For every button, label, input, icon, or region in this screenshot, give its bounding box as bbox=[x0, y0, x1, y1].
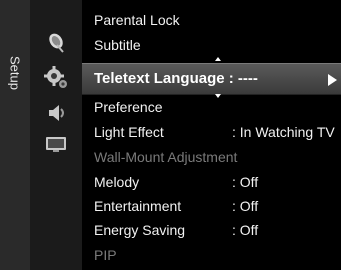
menu-item-parental-lock[interactable]: Parental Lock bbox=[94, 10, 180, 30]
teletext-language-label: Teletext Language : ---- bbox=[94, 70, 258, 87]
setup-menu-list: Parental Lock Subtitle Teletext Language… bbox=[82, 0, 341, 270]
energy-saving-value: : Off bbox=[232, 222, 259, 238]
input-screen-icon[interactable] bbox=[41, 128, 71, 158]
menu-item-subtitle[interactable]: Subtitle bbox=[94, 35, 141, 55]
menu-item-teletext-language[interactable]: Teletext Language : ---- bbox=[82, 63, 341, 95]
menu-item-light-effect[interactable]: Light Effect bbox=[94, 122, 164, 142]
setup-gears-icon[interactable] bbox=[41, 62, 71, 92]
entertainment-value: : Off bbox=[232, 198, 259, 214]
scroll-up-arrow-icon bbox=[215, 57, 221, 61]
menu-item-wall-mount-adjustment: Wall-Mount Adjustment bbox=[94, 149, 238, 165]
menu-item-melody[interactable]: Melody bbox=[94, 172, 139, 192]
scroll-down-arrow-icon bbox=[215, 94, 221, 98]
submenu-arrow-icon bbox=[328, 74, 337, 86]
menu-item-pip: PIP bbox=[94, 247, 117, 263]
satellite-dish-icon[interactable] bbox=[41, 28, 71, 58]
melody-value: : Off bbox=[232, 174, 259, 190]
tab-setup[interactable]: Setup bbox=[0, 48, 30, 98]
sound-speaker-icon[interactable] bbox=[41, 98, 71, 128]
menu-item-entertainment[interactable]: Entertainment bbox=[94, 196, 181, 216]
light-effect-value: : In Watching TV bbox=[232, 124, 335, 140]
category-icon-column bbox=[30, 0, 82, 270]
menu-item-energy-saving[interactable]: Energy Saving bbox=[94, 220, 185, 240]
tab-setup-label: Setup bbox=[7, 56, 23, 90]
osd-menu-window: Setup Parental Lock Subtitle Teletext La… bbox=[0, 0, 341, 270]
menu-item-preference[interactable]: Preference bbox=[94, 97, 162, 117]
category-tab-strip: Setup bbox=[0, 0, 30, 270]
